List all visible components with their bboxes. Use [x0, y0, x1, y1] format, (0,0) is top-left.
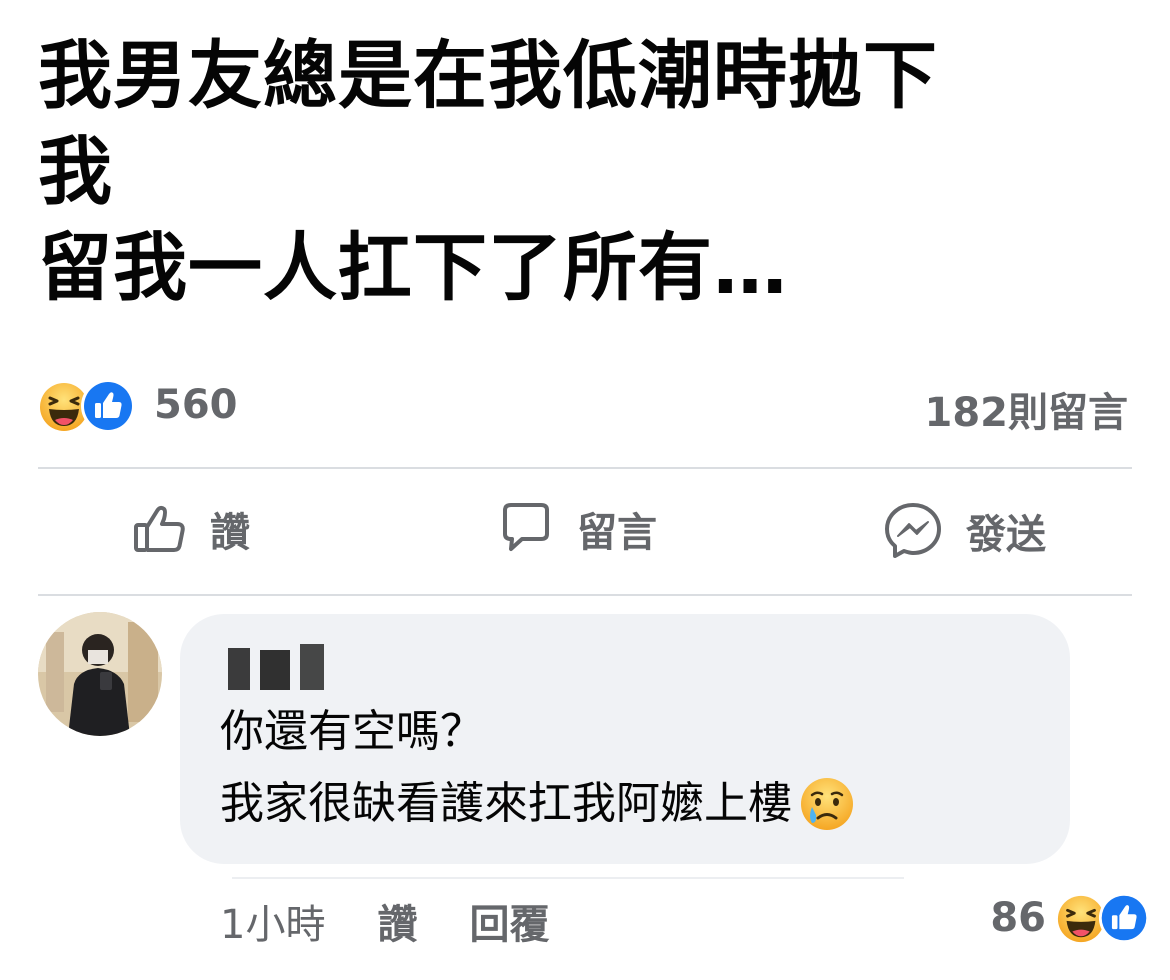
- divider: [232, 877, 904, 879]
- comment-label: 留言: [577, 510, 657, 556]
- reaction-icons: [38, 378, 142, 433]
- send-button[interactable]: 發送: [882, 500, 1046, 562]
- post-text: 我男友總是在我低潮時拋下 我 留我一人扛下了所有…: [38, 28, 1138, 316]
- post-line: 留我一人扛下了所有…: [38, 225, 788, 311]
- commenter-name-blurred[interactable]: [228, 644, 324, 690]
- like-button[interactable]: 讚: [132, 500, 250, 558]
- crying-face-icon: [801, 778, 853, 830]
- post-line: 我男友總是在我低潮時拋下: [38, 33, 938, 119]
- like-icon: [1098, 892, 1150, 944]
- commenter-avatar[interactable]: [38, 612, 162, 736]
- comment-timestamp[interactable]: 1小時: [220, 892, 325, 950]
- like-label: 讚: [210, 510, 250, 556]
- send-label: 發送: [966, 512, 1046, 558]
- divider: [38, 594, 1132, 596]
- comment-reactions[interactable]: 86: [990, 892, 1152, 944]
- thumbs-up-icon: [134, 505, 185, 552]
- comment-text: 你還有空嗎？ 我家很缺看護來扛我阿嬤上樓: [220, 696, 856, 840]
- divider: [38, 467, 1132, 469]
- comment-footer: 1小時 讚 回覆: [220, 892, 549, 950]
- post-line: 我: [38, 129, 113, 215]
- avatar-photo: [38, 612, 162, 736]
- reaction-count: 560: [154, 382, 238, 428]
- comment-line: 我家很缺看護來扛我阿嬤上樓: [220, 768, 856, 840]
- comment-line: 你還有空嗎？: [220, 706, 484, 757]
- post-action-bar: 讚 留言 發送: [0, 500, 1170, 570]
- messenger-icon: [885, 503, 941, 558]
- reactions-summary[interactable]: 560: [38, 378, 238, 433]
- comment-bubble: 你還有空嗎？ 我家很缺看護來扛我阿嬤上樓: [180, 614, 1070, 864]
- like-icon: [81, 379, 135, 433]
- comment-reaction-count: 86: [990, 895, 1046, 941]
- comment-reply-button[interactable]: 回覆: [469, 892, 549, 950]
- comment-bubble-icon: [503, 503, 549, 551]
- comment-like-button[interactable]: 讚: [377, 892, 417, 950]
- comments-count-link[interactable]: 182則留言: [925, 380, 1129, 438]
- comment-button[interactable]: 留言: [497, 500, 657, 558]
- comment-reaction-icons: [1056, 892, 1152, 944]
